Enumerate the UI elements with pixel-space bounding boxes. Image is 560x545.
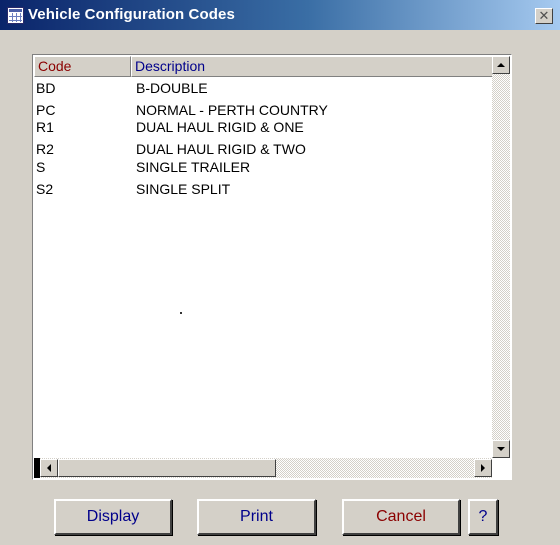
list-item[interactable]: S2 SINGLE SPLIT (34, 179, 492, 197)
scroll-right-button[interactable] (474, 459, 492, 477)
row-description: SINGLE SPLIT (136, 181, 231, 197)
list-item[interactable]: S SINGLE TRAILER (34, 157, 492, 175)
vehicle-codes-list[interactable]: Code Description BD B-DOUBLE PC NORMAL -… (32, 54, 512, 480)
window-title: Vehicle Configuration Codes (28, 6, 235, 23)
row-code: R1 (36, 119, 54, 135)
row-description: B-DOUBLE (136, 80, 208, 96)
row-code: PC (36, 102, 56, 118)
scroll-down-button[interactable] (492, 440, 510, 458)
row-code: S2 (36, 181, 54, 197)
list-item[interactable]: PC NORMAL - PERTH COUNTRY (34, 100, 492, 118)
stray-dot (180, 312, 182, 314)
scroll-up-button[interactable] (492, 56, 510, 74)
row-description: DUAL HAUL RIGID & ONE (136, 119, 304, 135)
arrow-down-icon (497, 447, 505, 451)
scroll-left-button[interactable] (40, 459, 58, 477)
row-description: NORMAL - PERTH COUNTRY (136, 102, 328, 118)
print-button[interactable]: Print (197, 499, 316, 535)
display-button[interactable]: Display (54, 499, 172, 535)
list-item[interactable]: R1 DUAL HAUL RIGID & ONE (34, 117, 492, 135)
horizontal-scrollbar[interactable] (34, 458, 492, 478)
title-bar[interactable]: Vehicle Configuration Codes ✕ (0, 0, 560, 30)
row-description: SINGLE TRAILER (136, 159, 251, 175)
vertical-scrollbar[interactable] (492, 56, 510, 458)
cancel-button[interactable]: Cancel (342, 499, 460, 535)
table-icon (7, 7, 24, 24)
close-button[interactable]: ✕ (535, 8, 553, 24)
help-button[interactable]: ? (468, 499, 498, 535)
row-description: DUAL HAUL RIGID & TWO (136, 141, 306, 157)
column-header-description[interactable]: Description (131, 56, 494, 77)
horizontal-scroll-thumb[interactable] (58, 459, 276, 477)
list-header: Code Description (34, 56, 494, 77)
arrow-up-icon (497, 63, 505, 67)
row-code: S (36, 159, 46, 175)
list-item[interactable]: BD B-DOUBLE (34, 78, 492, 96)
list-item[interactable]: R2 DUAL HAUL RIGID & TWO (34, 139, 492, 157)
column-header-code[interactable]: Code (34, 56, 131, 77)
arrow-left-icon (47, 464, 51, 472)
row-code: BD (36, 80, 56, 96)
row-code: R2 (36, 141, 54, 157)
arrow-right-icon (481, 464, 485, 472)
scrollbar-corner (492, 458, 510, 478)
